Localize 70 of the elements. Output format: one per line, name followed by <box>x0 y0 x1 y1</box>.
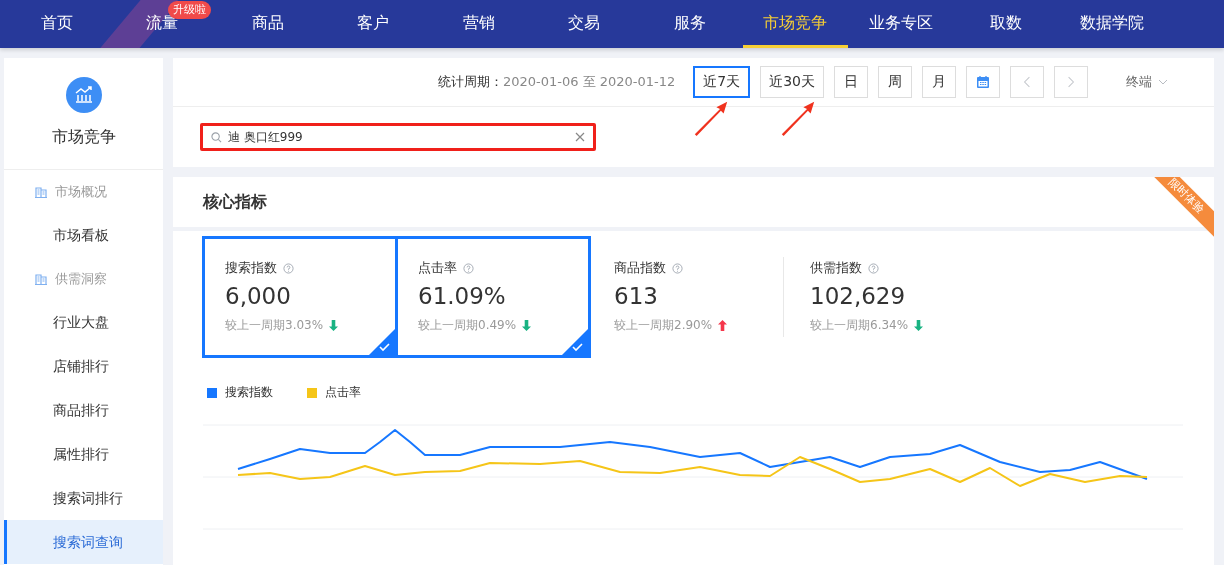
search-icon <box>211 131 222 143</box>
sidebar-item[interactable]: 属性排行 <box>4 432 163 476</box>
nav-tab[interactable]: 营销 <box>426 0 532 48</box>
help-icon <box>283 262 294 274</box>
calendar-icon <box>976 75 990 89</box>
chart-trend-icon <box>65 77 102 113</box>
arrow-down-icon <box>914 320 924 331</box>
nav-tab[interactable]: 数据学院 <box>1059 0 1165 48</box>
nav-tab[interactable]: 取数 <box>953 0 1059 48</box>
search-field[interactable]: 迪 奥口红999 <box>200 123 596 151</box>
arrow-annotation <box>780 100 816 136</box>
nav-tab[interactable]: 业务专区 <box>848 0 954 48</box>
metric-name: 点击率 <box>418 259 457 277</box>
period-button[interactable]: 近30天 <box>760 66 824 98</box>
sidebar-item[interactable]: 搜索词排行 <box>4 476 163 520</box>
period-button[interactable]: 近7天 <box>693 66 751 98</box>
menu-group-label: 供需洞察 <box>55 269 107 288</box>
metric-name: 供需指数 <box>810 259 862 277</box>
section-title: 核心指标 <box>203 191 267 213</box>
period-button[interactable]: 日 <box>834 66 868 98</box>
calendar-button[interactable] <box>966 66 1000 98</box>
metric-card[interactable]: 商品指数 613 较上一周期2.90% <box>591 236 787 358</box>
nav-tab[interactable]: 市场竞争 <box>742 0 848 48</box>
nav-tab[interactable]: 客户 <box>320 0 426 48</box>
nav-tab[interactable]: 首页 <box>4 0 110 48</box>
help-icon <box>868 262 879 274</box>
nav-tab[interactable]: 交易 <box>531 0 637 48</box>
comparison-text: 较上一周期2.90% <box>614 317 713 334</box>
legend-label[interactable]: 点击率 <box>325 384 361 401</box>
check-corner-icon <box>369 329 395 355</box>
arrow-down-icon <box>522 320 532 331</box>
sidebar-item[interactable]: 市场看板 <box>4 213 163 257</box>
metric-value: 613 <box>614 283 659 309</box>
check-corner-icon <box>562 329 588 355</box>
arrow-up-icon <box>718 320 728 331</box>
building-icon <box>35 185 47 198</box>
sidebar-item[interactable]: 搜索词查询 <box>4 520 163 564</box>
metric-card[interactable]: 搜索指数 6,000 较上一周期3.03% <box>202 236 398 358</box>
metric-value: 102,629 <box>810 283 907 309</box>
metric-value: 6,000 <box>225 283 292 309</box>
chevron-down-icon <box>1158 79 1168 85</box>
metric-value: 61.09% <box>418 283 507 309</box>
metric-card[interactable]: 点击率 61.09% 较上一周期0.49% <box>395 236 591 358</box>
help-icon <box>463 262 474 274</box>
metric-card[interactable]: 供需指数 102,629 较上一周期6.34% <box>787 236 983 358</box>
metric-name: 搜索指数 <box>225 259 277 277</box>
period-value: 2020-01-06 至 2020-01-12 <box>502 73 676 91</box>
arrow-annotation <box>693 100 729 136</box>
sidebar-item[interactable]: 商品排行 <box>4 388 163 432</box>
comparison-text: 较上一周期3.03% <box>225 317 324 334</box>
menu-group-label: 市场概况 <box>55 182 107 201</box>
help-icon <box>672 262 683 274</box>
sidebar-item[interactable]: 店铺排行 <box>4 344 163 388</box>
building-icon <box>35 272 47 285</box>
sidebar-title: 市场竞争 <box>51 127 116 148</box>
metric-name: 商品指数 <box>614 259 666 277</box>
clear-icon[interactable] <box>575 132 585 142</box>
sidebar-item[interactable]: 行业大盘 <box>4 300 163 344</box>
chevron-right-icon <box>1067 76 1075 88</box>
terminal-dropdown[interactable]: 终端 <box>1120 72 1174 92</box>
legend-label[interactable]: 搜索指数 <box>225 384 273 401</box>
period-button[interactable]: 月 <box>922 66 956 98</box>
chevron-left-icon <box>1023 76 1031 88</box>
arrow-down-icon <box>329 320 339 331</box>
nav-tab[interactable]: 服务 <box>637 0 743 48</box>
period-label: 统计周期： <box>437 73 503 91</box>
comparison-text: 较上一周期0.49% <box>418 317 517 334</box>
comparison-text: 较上一周期6.34% <box>810 317 909 334</box>
period-button[interactable]: 周 <box>878 66 912 98</box>
nav-tab[interactable]: 商品 <box>215 0 321 48</box>
